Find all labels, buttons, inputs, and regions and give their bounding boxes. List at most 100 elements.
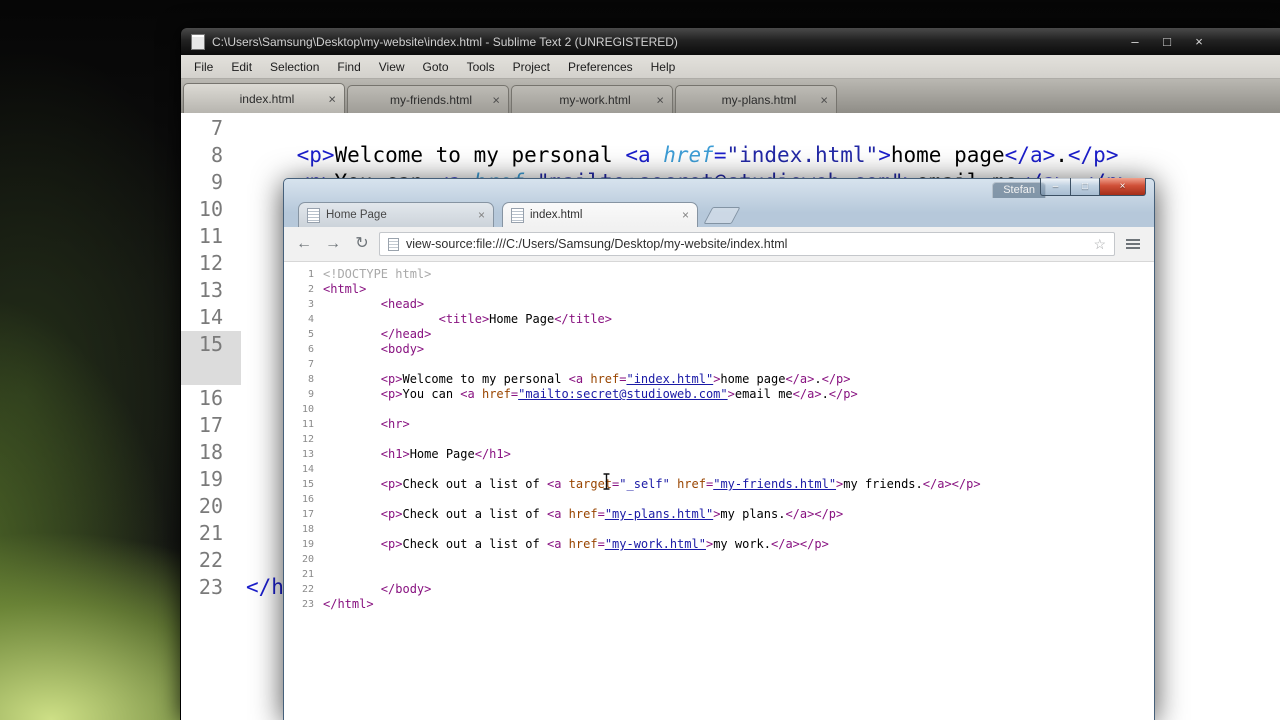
menu-find[interactable]: Find xyxy=(328,60,369,74)
code-token: home page xyxy=(720,372,786,386)
code-token: </p> xyxy=(814,507,844,521)
tab-close-icon[interactable]: × xyxy=(478,209,485,221)
source-line-number: 22 xyxy=(301,584,314,595)
menu-preferences[interactable]: Preferences xyxy=(559,60,642,74)
code-token: my friends. xyxy=(843,477,923,491)
source-line-number: 15 xyxy=(301,479,314,490)
code-token: Home Page xyxy=(489,312,555,326)
view-source-content[interactable]: 1 <!DOCTYPE html> 2 <html> 3 <head> 4 <title>… xyxy=(284,262,1154,720)
sublime-tab-my-work.html[interactable]: my-work.html × xyxy=(511,85,673,113)
menu-file[interactable]: File xyxy=(185,60,222,74)
source-line-code: <p>Welcome to my personal <a href="index… xyxy=(323,372,851,387)
source-line-number: 17 xyxy=(301,509,314,520)
code-token: . xyxy=(1055,143,1068,167)
maximize-icon[interactable]: □ xyxy=(1159,35,1175,48)
code-token: . xyxy=(814,372,822,386)
code-token: </a> xyxy=(922,477,952,491)
menu-selection[interactable]: Selection xyxy=(261,60,328,74)
tab-close-icon[interactable]: × xyxy=(328,92,336,105)
source-line-code: </head> xyxy=(323,327,432,342)
close-icon[interactable]: × xyxy=(1100,178,1146,196)
line-number: 10 xyxy=(198,197,223,221)
minimize-icon[interactable]: – xyxy=(1040,178,1071,196)
source-line: 12 xyxy=(284,432,1154,447)
menu-tools[interactable]: Tools xyxy=(458,60,504,74)
code-token: <a xyxy=(546,507,569,521)
code-token: = xyxy=(597,507,605,521)
mouse-cursor-ibeam xyxy=(602,473,611,495)
source-line: 19 <p>Check out a list of <a href="my-wo… xyxy=(284,537,1154,552)
new-tab-button[interactable] xyxy=(703,207,741,224)
chrome-tabstrip: Home Page × index.html × xyxy=(284,201,1154,227)
source-line-code: <p>You can <a href="mailto:secret@studio… xyxy=(323,387,858,402)
line-number: 17 xyxy=(198,413,223,437)
sublime-tab-my-friends.html[interactable]: my-friends.html × xyxy=(347,85,509,113)
source-line-number: 9 xyxy=(307,389,314,400)
source-line-number: 18 xyxy=(301,524,314,535)
close-icon[interactable]: × xyxy=(1191,35,1207,48)
source-line: 17 <p>Check out a list of <a href="my-pl… xyxy=(284,507,1154,522)
menu-view[interactable]: View xyxy=(370,60,414,74)
code-token: <a xyxy=(625,143,664,167)
code-token: href xyxy=(663,143,714,167)
code-token: email me xyxy=(734,387,793,401)
source-line-code: <title>Home Page</title> xyxy=(323,312,612,327)
sublime-titlebar[interactable]: C:\Users\Samsung\Desktop\my-website\inde… xyxy=(181,28,1280,55)
back-icon[interactable]: ← xyxy=(292,232,316,256)
sublime-tab-my-plans.html[interactable]: my-plans.html × xyxy=(675,85,837,113)
minimize-icon[interactable]: – xyxy=(1127,35,1143,48)
menu-edit[interactable]: Edit xyxy=(222,60,261,74)
source-line-number: 7 xyxy=(307,359,314,370)
code-token: href xyxy=(568,537,598,551)
source-line-code: <body> xyxy=(323,342,424,357)
forward-icon[interactable]: → xyxy=(321,232,345,256)
maximize-icon[interactable]: □ xyxy=(1071,178,1100,196)
code-token: <head> xyxy=(380,297,425,311)
menu-help[interactable]: Help xyxy=(642,60,685,74)
code-token: <!DOCTYPE html> xyxy=(323,267,432,281)
line-number: 19 xyxy=(198,467,223,491)
source-line-number: 16 xyxy=(301,494,314,505)
line-number: 11 xyxy=(198,224,223,248)
line-number: 23 xyxy=(198,575,223,599)
menu-hamburger-icon[interactable] xyxy=(1120,233,1146,255)
source-line-code: <p>Check out a list of <a target="_self"… xyxy=(323,477,981,492)
tab-close-icon[interactable]: × xyxy=(656,93,664,106)
address-bar[interactable]: view-source:file:///C:/Users/Samsung/Des… xyxy=(379,232,1115,256)
code-token: > xyxy=(727,387,735,401)
source-line-code: <head> xyxy=(323,297,424,312)
source-line: 5 </head> xyxy=(284,327,1154,342)
tab-label: my-friends.html xyxy=(389,92,472,107)
source-line-code: </html> xyxy=(323,597,374,612)
source-line: 20 xyxy=(284,552,1154,567)
code-token: <title> xyxy=(438,312,490,326)
chrome-tab-index.html[interactable]: index.html × xyxy=(502,202,698,227)
code-token: "mailto:secret@studioweb.com" xyxy=(518,387,728,401)
sublime-tab-index.html[interactable]: index.html × xyxy=(183,83,345,113)
chrome-titlebar[interactable]: Stefan – □ × xyxy=(284,178,1154,201)
profile-badge[interactable]: Stefan xyxy=(992,182,1046,198)
tab-close-icon[interactable]: × xyxy=(820,93,828,106)
line-number: 20 xyxy=(198,494,223,518)
code-token: "_self" xyxy=(619,477,670,491)
tab-close-icon[interactable]: × xyxy=(492,93,500,106)
source-line: 2 <html> xyxy=(284,282,1154,297)
menu-goto[interactable]: Goto xyxy=(414,60,458,74)
source-line-number: 19 xyxy=(301,539,314,550)
chrome-tab-Home Page[interactable]: Home Page × xyxy=(298,202,494,227)
source-line: 1 <!DOCTYPE html> xyxy=(284,267,1154,282)
code-token: href xyxy=(481,387,511,401)
source-line: 3 <head> xyxy=(284,297,1154,312)
code-token: </html> xyxy=(323,597,374,611)
reload-icon[interactable]: ↻ xyxy=(350,232,374,256)
source-line: 18 xyxy=(284,522,1154,537)
bookmark-star-icon[interactable]: ☆ xyxy=(1093,236,1106,253)
tab-close-icon[interactable]: × xyxy=(682,209,689,221)
menu-project[interactable]: Project xyxy=(504,60,559,74)
address-url[interactable]: view-source:file:///C:/Users/Samsung/Des… xyxy=(406,237,1086,251)
